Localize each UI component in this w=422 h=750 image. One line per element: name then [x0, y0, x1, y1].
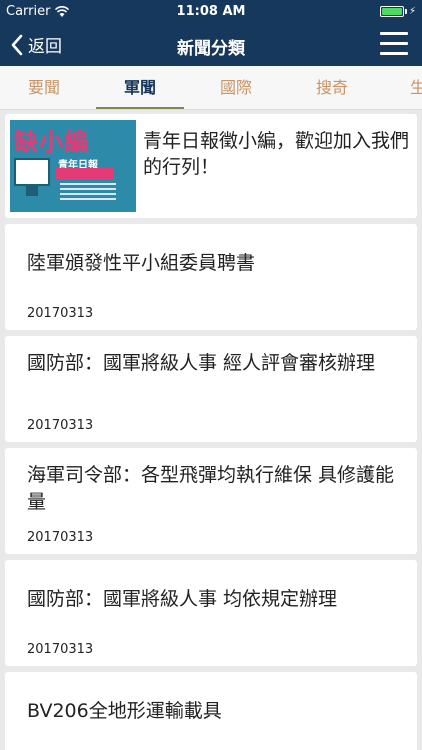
banner-image-headline: 缺小編: [14, 128, 89, 156]
charging-icon: ⚡: [408, 6, 416, 17]
news-title: 海軍司令部：各型飛彈均執行維保 具修護能量: [27, 464, 395, 513]
news-item[interactable]: 國防部：國軍將級人事 均依規定辦理 20170313: [5, 560, 417, 666]
news-date: 20170313: [27, 418, 94, 433]
battery-icon: [379, 6, 404, 17]
recruit-banner[interactable]: 缺小編 青年日報 青年日報徵小編，歡迎加入我們的行列！: [5, 114, 417, 218]
category-tabs: 要聞 軍聞 國際 搜奇 生: [0, 66, 422, 110]
menu-icon[interactable]: [380, 32, 408, 56]
news-title: 國防部：國軍將級人事 經人評會審核辦理: [27, 352, 376, 374]
news-date: 20170313: [27, 306, 94, 321]
battery-indicator: ⚡: [379, 6, 416, 17]
chevron-left-icon: [11, 34, 23, 55]
tab-life[interactable]: 生: [374, 66, 422, 109]
clock: 11:08 AM: [176, 4, 246, 19]
back-label: 返回: [28, 37, 62, 57]
banner-text: 青年日報徵小編，歡迎加入我們的行列！: [143, 130, 410, 178]
banner-image: 缺小編 青年日報: [10, 120, 136, 212]
news-title: BV206全地形運輸載具: [27, 700, 222, 722]
news-date: 20170313: [27, 642, 94, 657]
monitor-icon: [14, 158, 50, 186]
news-title: 國防部：國軍將級人事 均依規定辦理: [27, 588, 338, 610]
news-list: 缺小編 青年日報 青年日報徵小編，歡迎加入我們的行列！ 陸軍頒發性平小組委員聘書…: [0, 110, 422, 750]
tab-headline[interactable]: 要聞: [0, 66, 88, 109]
nav-bar: 返回 新聞分類: [0, 24, 422, 66]
news-item[interactable]: 國防部：國軍將級人事 經人評會審核辦理 20170313: [5, 336, 417, 442]
status-bar: Carrier 11:08 AM ⚡: [0, 0, 422, 24]
news-title: 陸軍頒發性平小組委員聘書: [27, 252, 256, 274]
page-title: 新聞分類: [177, 39, 245, 59]
news-item[interactable]: 陸軍頒發性平小組委員聘書 20170313: [5, 224, 417, 330]
tab-curiosities[interactable]: 搜奇: [288, 66, 376, 109]
back-button[interactable]: 返回: [10, 32, 62, 57]
news-item[interactable]: 海軍司令部：各型飛彈均執行維保 具修護能量 20170313: [5, 448, 417, 554]
news-date: 20170313: [27, 530, 94, 545]
news-item[interactable]: BV206全地形運輸載具: [5, 672, 417, 750]
tab-international[interactable]: 國際: [192, 66, 280, 109]
tab-military[interactable]: 軍聞: [96, 66, 184, 109]
